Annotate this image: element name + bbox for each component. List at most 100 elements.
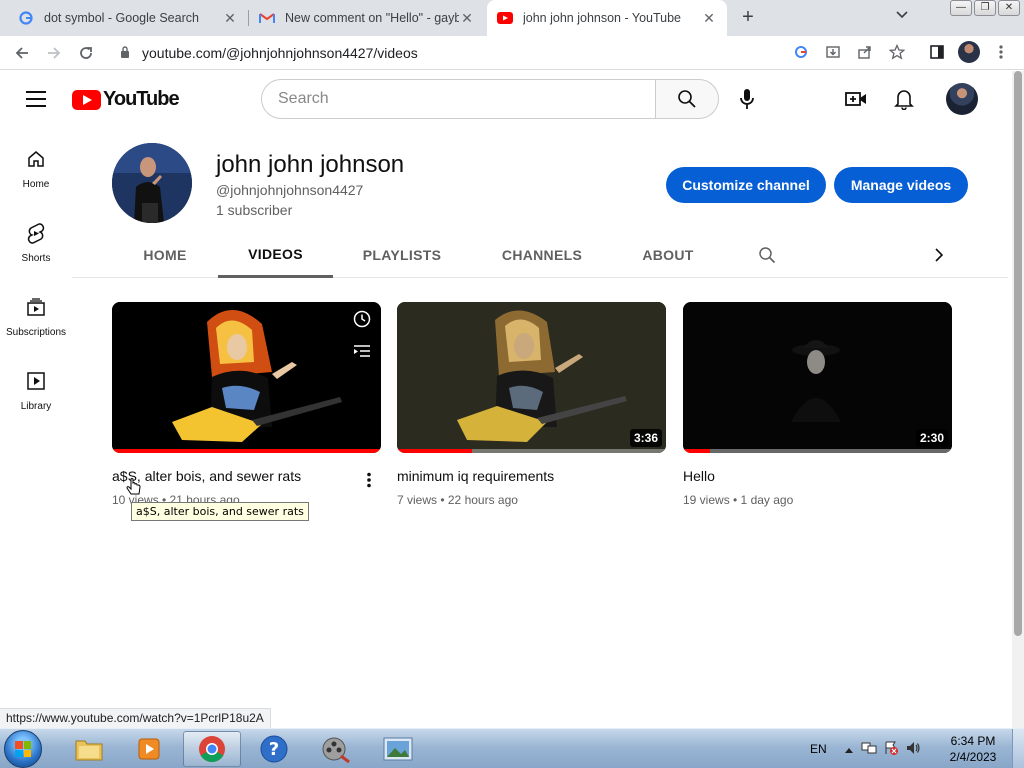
tab-about[interactable]: ABOUT	[635, 232, 701, 278]
close-icon[interactable]: ✕	[701, 10, 717, 27]
start-button[interactable]	[4, 730, 42, 768]
star-icon[interactable]	[886, 41, 908, 63]
close-window-button[interactable]: ✕	[998, 0, 1020, 16]
system-tray: EN	[810, 729, 921, 768]
channel-search-icon[interactable]	[752, 232, 782, 278]
network-icon[interactable]	[861, 740, 877, 759]
close-icon[interactable]: ✕	[222, 10, 238, 27]
chrome-icon	[199, 736, 225, 763]
video-title[interactable]: a$S, alter bois, and sewer rats	[112, 467, 381, 485]
media-player-icon	[138, 738, 160, 760]
chevron-right-icon[interactable]	[924, 232, 954, 278]
show-desktop-button[interactable]	[1012, 729, 1024, 768]
account-avatar[interactable]	[946, 83, 978, 115]
windows-logo-icon	[15, 741, 31, 757]
video-title[interactable]: minimum iq requirements	[397, 467, 666, 485]
customize-channel-button[interactable]: Customize channel	[666, 167, 826, 203]
side-panel-icon[interactable]	[926, 41, 948, 63]
youtube-masthead: YouTube Search	[0, 71, 1012, 127]
taskbar-explorer[interactable]	[60, 731, 118, 767]
video-title[interactable]: Hello	[683, 467, 952, 485]
menu-icon[interactable]	[26, 91, 46, 107]
browser-tab[interactable]: New comment on "Hello" - gayb ✕	[249, 0, 485, 36]
watch-later-icon[interactable]	[349, 306, 375, 332]
more-vert-icon[interactable]	[357, 468, 381, 492]
browser-tab-title: john john johnson - YouTube	[523, 11, 682, 25]
install-icon[interactable]	[822, 41, 844, 63]
guide-item-label: Home	[22, 179, 50, 190]
video-card[interactable]: 2:30 Hello 19 views • 1 day ago	[683, 302, 952, 507]
title-tooltip: a$S, alter bois, and sewer rats	[131, 502, 309, 521]
create-button[interactable]	[836, 79, 876, 119]
notifications-button[interactable]	[884, 79, 924, 119]
taskbar-chrome[interactable]	[183, 731, 241, 767]
forward-button[interactable]	[38, 37, 70, 69]
guide-item-shorts[interactable]: Shorts	[0, 201, 72, 275]
search-button[interactable]	[655, 79, 719, 119]
search-input[interactable]: Search	[261, 79, 656, 119]
share-icon[interactable]	[854, 41, 876, 63]
channel-avatar[interactable]	[112, 143, 192, 223]
back-button[interactable]	[6, 37, 38, 69]
taskbar-media-player[interactable]	[120, 731, 178, 767]
youtube-logo-text: YouTube	[103, 88, 180, 110]
action-center-icon[interactable]	[883, 740, 899, 759]
tab-videos[interactable]: VIDEOS	[218, 232, 333, 278]
manage-videos-button[interactable]: Manage videos	[834, 167, 968, 203]
google-lens-icon[interactable]	[790, 41, 812, 63]
home-icon	[24, 147, 48, 171]
address-bar[interactable]: youtube.com/@johnjohnjohnson4427/videos	[108, 39, 784, 67]
photo-icon	[383, 737, 413, 761]
scrollbar-thumb[interactable]	[1014, 71, 1022, 636]
browser-toolbar: youtube.com/@johnjohnjohnson4427/videos	[0, 36, 1024, 70]
page-scrollbar[interactable]	[1012, 71, 1024, 728]
voice-search-button[interactable]	[727, 79, 767, 119]
video-thumbnail[interactable]: 2:30	[683, 302, 952, 453]
taskbar-photo-viewer[interactable]	[369, 731, 427, 767]
help-icon: ?	[260, 735, 288, 763]
video-duration: 3:36	[629, 429, 662, 447]
more-vert-icon[interactable]	[990, 41, 1012, 63]
reload-button[interactable]	[70, 37, 102, 69]
chevron-up-icon[interactable]	[844, 742, 853, 756]
watch-progress	[112, 449, 381, 453]
guide-item-subscriptions[interactable]: Subscriptions	[0, 275, 72, 349]
tab-playlists[interactable]: PLAYLISTS	[355, 232, 449, 278]
subscriptions-icon	[24, 295, 48, 319]
tab-home[interactable]: HOME	[128, 232, 202, 278]
restore-button[interactable]: ❐	[974, 0, 996, 16]
google-icon	[18, 10, 34, 26]
video-duration: 2:30	[915, 429, 948, 447]
video-thumbnail[interactable]	[112, 302, 381, 453]
arrow-left-icon	[15, 46, 28, 59]
arrow-right-icon	[48, 46, 61, 59]
guide-item-home[interactable]: Home	[0, 127, 72, 201]
new-tab-button[interactable]: +	[736, 6, 760, 30]
tab-channels[interactable]: CHANNELS	[495, 232, 589, 278]
film-reel-icon	[322, 737, 350, 764]
guide-item-label: Subscriptions	[5, 327, 67, 338]
address-text: youtube.com/@johnjohnjohnson4427/videos	[142, 45, 418, 61]
video-meta: 19 views • 1 day ago	[683, 493, 794, 507]
browser-tab-active[interactable]: john john johnson - YouTube ✕	[487, 0, 727, 36]
add-to-queue-icon[interactable]	[349, 338, 375, 364]
youtube-logo[interactable]: YouTube	[72, 88, 180, 111]
browser-tab[interactable]: dot symbol - Google Search ✕	[8, 0, 248, 36]
minimize-button[interactable]: —	[950, 0, 972, 16]
volume-icon[interactable]	[905, 740, 921, 759]
close-icon[interactable]: ✕	[459, 10, 475, 27]
video-card[interactable]: a$S, alter bois, and sewer rats 10 views…	[112, 302, 381, 507]
language-indicator[interactable]: EN	[810, 742, 827, 756]
channel-handle: @johnjohnjohnson4427	[216, 182, 364, 198]
video-card[interactable]: 3:36 minimum iq requirements 7 views • 2…	[397, 302, 666, 507]
taskbar-help[interactable]: ?	[245, 731, 303, 767]
taskbar-clock[interactable]: 6:34 PM 2/4/2023	[940, 733, 1006, 765]
profile-avatar[interactable]	[958, 41, 980, 63]
browser-tab-title: dot symbol - Google Search	[44, 11, 199, 25]
channel-name: john john johnson	[216, 151, 405, 178]
lock-icon[interactable]	[120, 45, 130, 61]
chevron-down-icon[interactable]	[896, 8, 908, 22]
taskbar-movie-maker[interactable]	[307, 731, 365, 767]
video-thumbnail[interactable]: 3:36	[397, 302, 666, 453]
guide-item-library[interactable]: Library	[0, 349, 72, 423]
